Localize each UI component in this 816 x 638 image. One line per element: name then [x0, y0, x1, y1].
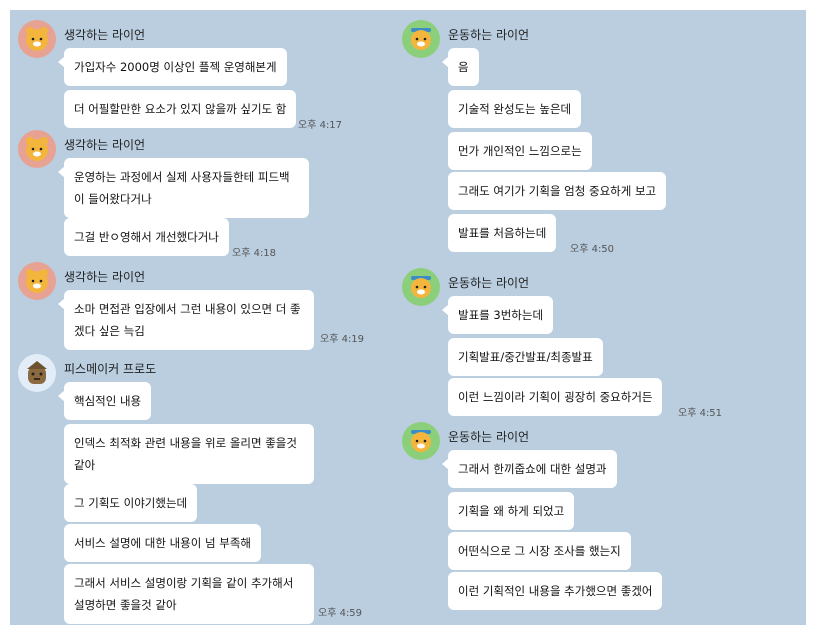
message-bubble[interactable]: 그 기획도 이야기했는데	[64, 484, 198, 522]
ryan-exercising-icon[interactable]	[402, 422, 440, 460]
message-time: 오후 4:51	[678, 408, 723, 419]
ryan-exercising-icon[interactable]	[402, 268, 440, 306]
chat-window[interactable]: 생각하는 라이언 가입자수 2000명 이상인 플젝 운영해본게 더 어필할만한…	[10, 10, 806, 625]
sender-name: 운동하는 라이언	[448, 430, 530, 444]
message-bubble[interactable]: 음	[442, 48, 479, 86]
message-bubble[interactable]: 그래도 여기가 기획을 엄청 중요하게 보고	[448, 172, 667, 210]
sender-name: 생각하는 라이언	[64, 138, 146, 152]
message-bubble[interactable]: 그걸 반ㅇ영해서 개선했다거나	[64, 218, 229, 256]
message-bubble[interactable]: 발표를 처음하는데	[448, 214, 557, 252]
message-bubble[interactable]: 더 어필할만한 요소가 있지 않을까 싶기도 함	[64, 90, 297, 128]
frodo-peacemaker-icon[interactable]	[18, 354, 56, 392]
message-bubble[interactable]: 이런 기획적인 내용을 추가했으면 좋겠어	[448, 572, 663, 610]
message-group: 생각하는 라이언 가입자수 2000명 이상인 플젝 운영해본게 더 어필할만한…	[18, 20, 398, 131]
message-group: 생각하는 라이언 운영하는 과정에서 실제 사용자들한테 피드백이 들어왔다거나…	[18, 130, 398, 259]
message-time: 오후 4:50	[570, 244, 615, 255]
message-bubble[interactable]: 기획발표/중간발표/최종발표	[448, 338, 603, 376]
message-group: 운동하는 라이언 발표를 3번하는데 기획발표/중간발표/최종발표 이런 느낌이…	[402, 268, 802, 428]
message-group: 운동하는 라이언 음 기술적 완성도는 높은데 먼가 개인적인 느낌으로는 그래…	[402, 20, 802, 260]
message-bubble[interactable]: 기술적 완성도는 높은데	[448, 90, 582, 128]
message-time: 오후 4:59	[318, 608, 363, 619]
ryan-exercising-icon[interactable]	[402, 20, 440, 58]
message-bubble[interactable]: 그래서 한끼줍쇼에 대한 설명과	[442, 450, 617, 488]
message-bubble[interactable]: 운영하는 과정에서 실제 사용자들한테 피드백이 들어왔다거나	[58, 158, 309, 218]
message-bubble[interactable]: 기획을 왜 하게 되었고	[448, 492, 575, 530]
message-bubble[interactable]: 핵심적인 내용	[57, 382, 152, 420]
message-bubble[interactable]: 가입자수 2000명 이상인 플젝 운영해본게	[58, 48, 287, 86]
message-bubble[interactable]: 어떤식으로 그 시장 조사를 했는지	[448, 532, 631, 570]
message-bubble[interactable]: 서비스 설명에 대한 내용이 넘 부족해	[64, 524, 261, 562]
message-bubble[interactable]: 먼가 개인적인 느낌으로는	[448, 132, 592, 170]
message-group: 생각하는 라이언 소마 면접관 입장에서 그런 내용이 있으면 더 좋겠다 싶은…	[18, 262, 398, 350]
message-group: 피스메이커 프로도 핵심적인 내용 인덱스 최적화 관련 내용을 위로 올리면 …	[18, 354, 398, 624]
message-time: 오후 4:18	[232, 248, 277, 259]
ryan-thinking-icon[interactable]	[18, 20, 56, 58]
sender-name: 생각하는 라이언	[64, 270, 146, 284]
message-time: 오후 4:17	[298, 120, 343, 131]
message-bubble[interactable]: 발표를 3번하는데	[441, 296, 554, 334]
sender-name: 피스메이커 프로도	[64, 362, 157, 376]
sender-name: 생각하는 라이언	[64, 28, 146, 42]
message-time: 오후 4:19	[320, 334, 365, 345]
message-group: 운동하는 라이언 그래서 한끼줍쇼에 대한 설명과 기획을 왜 하게 되었고 어…	[402, 422, 802, 622]
message-bubble[interactable]: 인덱스 최적화 관련 내용을 위로 올리면 좋을것 같아	[64, 424, 314, 484]
message-bubble[interactable]: 소마 면접관 입장에서 그런 내용이 있으면 더 좋겠다 싶은 늑김	[58, 290, 314, 350]
ryan-thinking-icon[interactable]	[18, 130, 56, 168]
ryan-thinking-icon[interactable]	[18, 262, 56, 300]
message-bubble[interactable]: 그래서 서비스 설명이랑 기획을 같이 추가해서 설명하면 좋을것 같아	[64, 564, 314, 624]
message-bubble[interactable]: 이런 느낌이라 기획이 굉장히 중요하거든	[448, 378, 663, 416]
sender-name: 운동하는 라이언	[448, 276, 530, 290]
sender-name: 운동하는 라이언	[448, 28, 530, 42]
